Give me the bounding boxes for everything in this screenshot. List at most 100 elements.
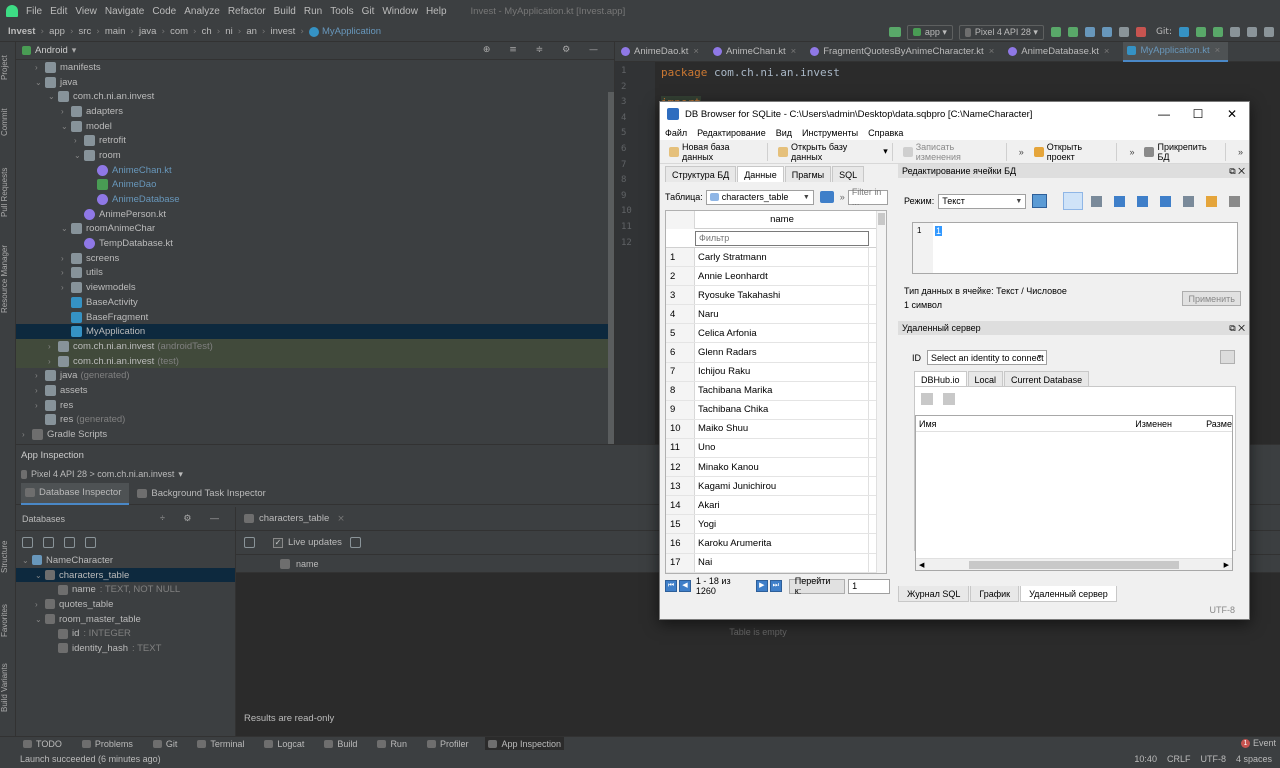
expanded-arrow-icon[interactable]: ⌄ xyxy=(48,92,58,101)
remote-refresh-icon[interactable] xyxy=(921,393,933,405)
expanded-arrow-icon[interactable]: ⌄ xyxy=(61,224,71,233)
tab-database-inspector[interactable]: Database Inspector xyxy=(21,482,130,505)
word-wrap-icon[interactable] xyxy=(1091,195,1103,207)
menu-edit[interactable]: Edit xyxy=(50,6,67,17)
dbb-main-tab[interactable]: Данные xyxy=(737,166,784,182)
db-tree-item[interactable]: id: INTEGER xyxy=(16,626,235,641)
table-row[interactable]: 11 Uno xyxy=(666,438,886,459)
menu-code[interactable]: Code xyxy=(152,6,176,17)
collapsed-arrow-icon[interactable]: › xyxy=(48,357,58,366)
cell-name[interactable]: Ryosuke Takahashi xyxy=(695,286,869,305)
project-panel-tools[interactable]: ⊕ ≡ ≑ ⚙ — xyxy=(483,45,606,55)
set-null-icon[interactable] xyxy=(1183,195,1195,207)
tree-item[interactable]: AnimePerson.kt xyxy=(16,207,614,222)
menu-tools[interactable]: Tools xyxy=(330,6,353,17)
breadcrumb-current[interactable]: MyApplication xyxy=(322,26,381,37)
mode-select[interactable]: Текст ▼ xyxy=(938,193,1027,209)
close-tab-icon[interactable]: × xyxy=(693,46,699,57)
tree-item[interactable]: › adapters xyxy=(16,104,614,119)
tree-item[interactable]: › manifests xyxy=(16,60,614,75)
stop-icon[interactable] xyxy=(1135,27,1146,37)
tool-window-profiler[interactable]: Profiler xyxy=(424,737,472,751)
project-view-select[interactable]: Android xyxy=(35,45,68,56)
export-table-icon[interactable] xyxy=(349,537,361,548)
menu-navigate[interactable]: Navigate xyxy=(105,6,144,17)
cell-name[interactable]: Yogi xyxy=(695,515,869,534)
table-row[interactable]: 8 Tachibana Marika xyxy=(666,381,886,401)
table-row[interactable]: 9 Tachibana Chika xyxy=(666,400,886,420)
table-row[interactable]: 3 Ryosuke Takahashi xyxy=(666,286,886,306)
collapsed-arrow-icon[interactable]: › xyxy=(35,401,45,410)
code-line-package[interactable]: package com.ch.ni.an.invest xyxy=(661,66,840,79)
null-icon[interactable] xyxy=(1206,195,1218,207)
resource-manager-tool-tab[interactable]: Resource Manager xyxy=(0,238,16,320)
cell-editor[interactable]: 1 1 xyxy=(912,222,1238,274)
tree-item[interactable]: › com.ch.ni.an.invest (test) xyxy=(16,353,614,369)
project-tool-tab[interactable]: Project xyxy=(0,50,16,86)
tab-background-task-inspector[interactable]: Background Task Inspector xyxy=(133,483,273,505)
tree-item[interactable]: ⌄ model xyxy=(16,119,614,134)
tool-window-logcat[interactable]: Logcat xyxy=(261,737,307,751)
tree-item[interactable]: AnimeDatabase xyxy=(16,192,614,207)
event-log[interactable]: 1 Event xyxy=(1240,738,1276,748)
cell-name[interactable]: Annie Leonhardt xyxy=(695,267,869,286)
identity-select[interactable]: Select an identity to connect ▼ xyxy=(927,350,1047,365)
caret-position[interactable]: 10:40 xyxy=(1134,754,1157,764)
db-tree-item[interactable]: identity_hash: TEXT xyxy=(16,641,235,656)
cell-name[interactable]: Maiko Shuu xyxy=(695,419,869,438)
tree-item[interactable]: › retrofit xyxy=(16,133,614,148)
tree-item[interactable]: BaseActivity xyxy=(16,295,614,310)
line-separator[interactable]: CRLF xyxy=(1167,754,1191,764)
device-select[interactable]: Pixel 4 API 28 ▾ xyxy=(958,24,1044,40)
table-row[interactable]: 12 Minako Kanou xyxy=(666,458,886,478)
tree-item[interactable]: › screens xyxy=(16,251,614,266)
attach-debugger-icon[interactable] xyxy=(1118,27,1129,37)
offline-icon[interactable] xyxy=(64,536,75,548)
tree-item[interactable]: ⌄ room xyxy=(16,148,614,163)
cell-name[interactable]: Kagami Junichirou xyxy=(695,477,869,496)
dock-buttons[interactable]: ⧉ ✕ xyxy=(1229,166,1245,177)
editor-tab[interactable]: FragmentQuotesByAnimeCharacter.kt × xyxy=(810,42,1002,62)
goto-input[interactable]: 1 xyxy=(848,578,890,594)
collapsed-arrow-icon[interactable]: › xyxy=(35,371,45,380)
cell-name[interactable]: Tachibana Chika xyxy=(695,400,869,419)
indent-setting[interactable]: 4 spaces xyxy=(1236,754,1272,764)
run-icon[interactable] xyxy=(1050,27,1061,37)
structure-tool-tab[interactable]: Structure xyxy=(0,532,16,582)
tool-window-app-inspection[interactable]: App Inspection xyxy=(485,736,565,751)
table-row[interactable]: 10 Maiko Shuu xyxy=(666,419,886,439)
tool-window-run[interactable]: Run xyxy=(374,737,410,751)
collapsed-arrow-icon[interactable]: › xyxy=(61,107,71,116)
tree-item[interactable]: ⌄ java xyxy=(16,75,614,90)
tool-window-terminal[interactable]: Terminal xyxy=(194,737,247,751)
expanded-arrow-icon[interactable]: ⌄ xyxy=(35,615,45,624)
db-tree-item[interactable]: ⌄ room_master_table xyxy=(16,612,235,627)
expanded-arrow-icon[interactable]: ⌄ xyxy=(35,571,45,580)
table-row[interactable]: 15 Yogi xyxy=(666,515,886,535)
dbb-menu-item[interactable]: Вид xyxy=(776,128,792,138)
db-tree-item[interactable]: name: TEXT, NOT NULL xyxy=(16,582,235,597)
tab-dbhub[interactable]: DBHub.io xyxy=(914,371,967,387)
tree-item[interactable]: AnimeChan.kt xyxy=(16,163,614,178)
refresh-table-icon[interactable] xyxy=(244,537,255,548)
dbb-menu-item[interactable]: Редактирование xyxy=(697,128,766,138)
collapsed-arrow-icon[interactable]: › xyxy=(48,342,58,351)
build-variants-tool-tab[interactable]: Build Variants xyxy=(0,658,16,718)
tree-item[interactable]: › Gradle Scripts xyxy=(16,427,614,442)
menu-window[interactable]: Window xyxy=(382,6,418,17)
cell-name[interactable]: Naru xyxy=(695,305,869,324)
refresh-icon[interactable] xyxy=(819,191,834,203)
collapsed-arrow-icon[interactable]: › xyxy=(61,283,71,292)
tree-item[interactable]: › com.ch.ni.an.invest (androidTest) xyxy=(16,339,614,354)
open-database-button[interactable]: Открыть базу данных ▾ xyxy=(774,142,893,162)
git-update-icon[interactable] xyxy=(1179,27,1189,37)
minimize-button[interactable]: — xyxy=(1147,107,1181,121)
db-tree-item[interactable]: › quotes_table xyxy=(16,597,235,612)
db-tree-item[interactable]: ⌄ NameCharacter xyxy=(16,553,235,568)
debug-icon[interactable] xyxy=(1084,27,1095,37)
tool-window-problems[interactable]: Problems xyxy=(79,737,136,751)
menu-run[interactable]: Run xyxy=(304,6,322,17)
collapsed-arrow-icon[interactable]: › xyxy=(74,136,84,145)
attach-database-button[interactable]: Прикрепить БД xyxy=(1140,142,1226,162)
column-header-name[interactable]: name xyxy=(695,214,869,225)
